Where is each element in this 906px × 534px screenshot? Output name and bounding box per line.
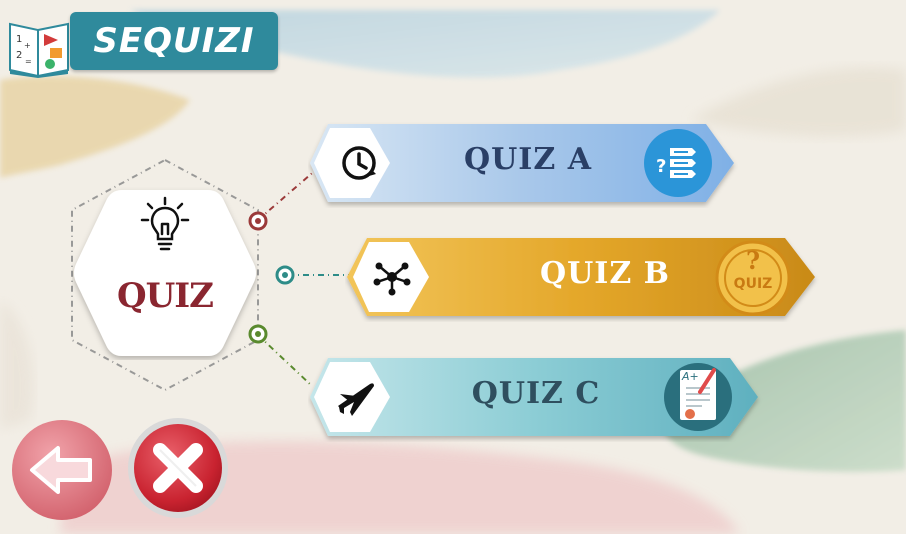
quiz-badge-top-text: ? [745,246,761,275]
quiz-b-button[interactable]: QUIZ B ? QUIZ [345,232,821,322]
center-quiz-label: QUIZ [117,276,214,316]
network-icon [373,262,411,296]
quiz-badge-bottom-text: QUIZ [733,276,773,292]
back-button[interactable] [10,418,114,522]
quiz-c-button[interactable]: QUIZ C A+ [308,352,764,442]
quiz-a-button[interactable]: QUIZ A ? [308,118,740,208]
graded-paper-icon [680,368,716,420]
clock-icon [342,146,376,180]
quiz-b-label: QUIZ B [539,256,671,291]
question-list-icon: ? [656,148,696,178]
svg-text:?: ? [656,156,666,177]
quiz-c-label: QUIZ C [471,376,601,411]
lightbulb-icon [140,196,190,251]
close-button[interactable] [126,416,230,520]
graded-paper-text: A+ [682,370,699,383]
airplane-icon [338,383,374,416]
quiz-a-label: QUIZ A [464,142,592,177]
